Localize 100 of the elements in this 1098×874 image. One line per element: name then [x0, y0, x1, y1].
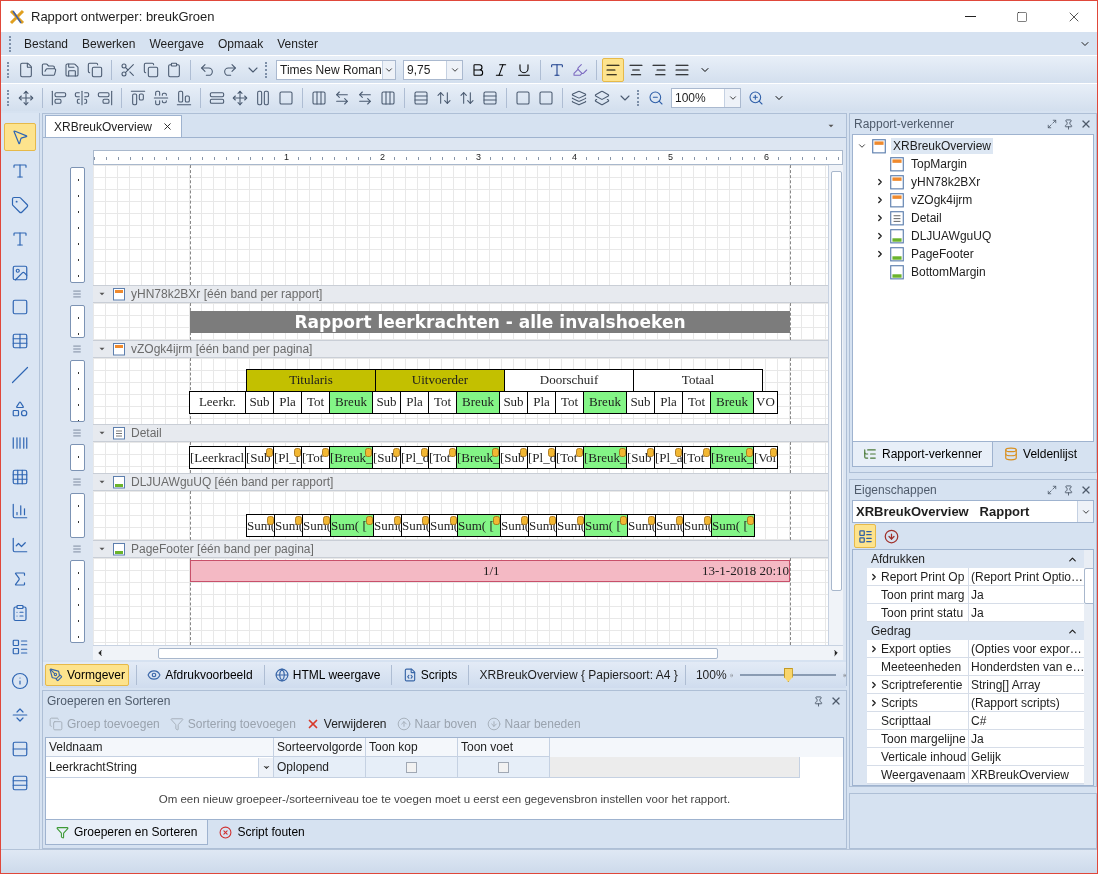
property-value[interactable]: XRBreukOverview: [969, 766, 1085, 783]
band-label: DLJUAWguUQ [één band per rapport]: [131, 475, 334, 489]
column-header: Sorteervolgorde: [274, 738, 366, 757]
property-name: Verticale inhoud: [867, 748, 969, 765]
property-value[interactable]: (Opties voor expor…: [969, 640, 1085, 657]
menu-item[interactable]: Venster: [271, 34, 324, 53]
group-header-cell: Doorschuif: [504, 368, 634, 392]
tree-label: yHN78k2BXr: [910, 174, 982, 190]
tree-label: XRBreukOverview: [891, 138, 994, 154]
column-header: Toon kop: [366, 738, 458, 757]
field-cell: [Tot: [555, 446, 584, 469]
property-name: Scripttaal: [867, 712, 969, 729]
ruler-number: 6: [764, 151, 769, 163]
document-tab[interactable]: XRBreukOverview: [45, 115, 183, 137]
group-header-cell: Totaal: [633, 368, 763, 392]
zoom-combobox[interactable]: 100%: [671, 87, 741, 108]
summary-cell: Sum(: [401, 514, 430, 537]
field-cell: [Sub: [499, 446, 528, 469]
tree-label: vZOgk4ijrm: [910, 192, 974, 208]
property-value[interactable]: C#: [969, 712, 1085, 729]
property-name: Export opties: [867, 640, 969, 657]
property-name: Weergavenaam: [867, 766, 969, 783]
summary-cell: Sum(: [274, 514, 303, 537]
field-cell: [Pl_t: [273, 446, 302, 469]
summary-cell: Sum(: [627, 514, 656, 537]
ruler-number: 1: [284, 151, 289, 163]
summary-cell: Sum(: [429, 514, 458, 537]
property-name: Scripts: [867, 694, 969, 711]
ruler-number: 4: [572, 151, 577, 163]
band-label: Detail: [131, 426, 162, 440]
summary-cell: Sum(: [500, 514, 529, 537]
panel-tab[interactable]: Veldenlijst: [993, 442, 1089, 467]
view-tab[interactable]: Scripts: [398, 664, 462, 686]
tree-item[interactable]: TopMargin: [853, 155, 1093, 173]
property-value[interactable]: Gelijk: [969, 748, 1085, 765]
field-cell: [Breuk_: [456, 446, 500, 469]
property-value[interactable]: String[] Array: [969, 676, 1085, 693]
field-dropdown[interactable]: LeerkrachtString: [46, 757, 274, 778]
tree-label: TopMargin: [910, 156, 969, 172]
menu-item[interactable]: Bewerken: [76, 34, 142, 53]
summary-cell: Sum( [: [330, 514, 374, 537]
tree-item[interactable]: BottomMargin: [853, 263, 1093, 281]
property-name: Toon print statu: [867, 604, 969, 621]
menu-item[interactable]: Bestand: [18, 34, 75, 53]
summary-cell: Sum(: [556, 514, 585, 537]
tree-item[interactable]: yHN78k2BXr: [853, 173, 1093, 191]
column-header-cell: VO: [753, 390, 778, 414]
tree-label: BottomMargin: [910, 264, 987, 280]
summary-cell: Sum(: [528, 514, 557, 537]
property-name: Toon margelijne: [867, 730, 969, 747]
property-value[interactable]: (Rapport scripts): [969, 694, 1085, 711]
field-cell: [Tot: [301, 446, 330, 469]
panel-tab[interactable]: Groeperen en Sorteren: [45, 820, 209, 845]
panel-tab[interactable]: Rapport-verkenner: [852, 442, 994, 467]
tree-item[interactable]: DLJUAWguUQ: [853, 227, 1093, 245]
print-date: 13-1-2018 20:10: [701, 563, 789, 579]
summary-cell: Sum(: [302, 514, 331, 537]
panel-tab[interactable]: Script fouten: [208, 820, 316, 845]
property-name: Scriptreferentie: [867, 676, 969, 693]
zoom-reading: 100%: [695, 668, 727, 682]
panel-title: Eigenschappen: [854, 483, 937, 497]
category-label: Gedrag: [871, 624, 912, 638]
property-value[interactable]: Honderdsten van e…: [969, 658, 1085, 675]
property-value[interactable]: Ja: [969, 730, 1085, 747]
menu-item[interactable]: Weergave: [143, 34, 210, 53]
ruler-number: 3: [476, 151, 481, 163]
menu-item[interactable]: Opmaak: [211, 34, 270, 53]
paper-status: XRBreukOverview { Papiersoort: A4 }: [479, 668, 678, 682]
column-header-cell: Leerkr.: [189, 390, 246, 414]
tree-item[interactable]: vZOgk4ijrm: [853, 191, 1093, 209]
field-cell: [Tot: [682, 446, 711, 469]
report-title: Rapport leerkrachten - alle invalshoeken: [190, 310, 790, 333]
group-header-cell: Uitvoerder: [375, 368, 505, 392]
summary-cell: Sum(: [373, 514, 402, 537]
panel-title: Rapport-verkenner: [854, 117, 955, 131]
column-header-cell: Breuk: [456, 390, 500, 414]
property-value[interactable]: (Report Print Optio…: [969, 568, 1085, 585]
summary-cell: Sum(: [655, 514, 684, 537]
column-header-cell: Breuk: [329, 390, 373, 414]
tree-label: PageFooter: [910, 246, 975, 262]
summary-cell: Sum( [: [457, 514, 501, 537]
field-cell: [Tot: [428, 446, 457, 469]
panel-title: Groeperen en Sorteren: [47, 694, 171, 708]
property-value[interactable]: Ja: [969, 586, 1085, 603]
object-selector[interactable]: XRBreukOverview Rapport: [852, 500, 1094, 523]
view-tab[interactable]: Vormgever: [45, 664, 130, 686]
font-size-combobox[interactable]: 9,75: [403, 59, 463, 80]
tree-item[interactable]: PageFooter: [853, 245, 1093, 263]
tree-item[interactable]: XRBreukOverview: [853, 137, 1093, 155]
category-label: Afdrukken: [871, 552, 926, 566]
summary-cell: Sum( [: [711, 514, 755, 537]
view-tab[interactable]: HTML weergave: [270, 664, 385, 686]
toolbar-button[interactable]: Verwijderen: [305, 717, 387, 731]
property-value[interactable]: Ja: [969, 604, 1085, 621]
summary-cell: Sum(: [246, 514, 275, 537]
font-combobox[interactable]: Times New Roman: [276, 59, 396, 80]
tree-item[interactable]: Detail: [853, 209, 1093, 227]
field-cell: [Pl_d: [400, 446, 429, 469]
view-tab[interactable]: Afdrukvoorbeeld: [143, 664, 257, 686]
field-cell: [Pl_a: [654, 446, 683, 469]
